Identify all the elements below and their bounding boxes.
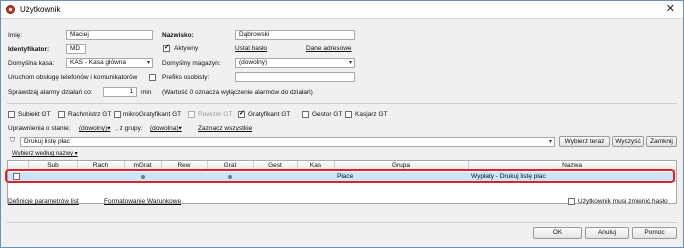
- divider: [7, 103, 677, 104]
- role-checkbox-rachmistrz[interactable]: [58, 111, 65, 118]
- clear-button[interactable]: Wyczyść: [612, 136, 644, 147]
- highlight-frame: [5, 169, 675, 183]
- role-label-mikrogratyfikant: mikroGratyfikant GT: [123, 111, 182, 118]
- alarm-label: Sprawdzaj alarmy działań co:: [8, 89, 93, 96]
- alarm-interval-field[interactable]: 1: [103, 87, 137, 97]
- close-search-button[interactable]: Zamknij: [646, 136, 677, 147]
- list-parameters-link[interactable]: Definicje parametrów list: [8, 197, 79, 206]
- sort-by-name-label: Wybierz według nazwy: [12, 151, 73, 157]
- identifier-label: Identyfikator:: [8, 46, 50, 53]
- role-checkbox-gratyfikant[interactable]: [238, 109, 245, 118]
- default-warehouse-select[interactable]: (dowolny) ▾: [235, 58, 355, 68]
- active-checkbox[interactable]: [163, 43, 170, 52]
- first-name-label: Imię:: [8, 32, 23, 39]
- select-all-link[interactable]: Zaznacz wszystkie: [198, 124, 252, 133]
- group-filter-label: , z grupy:: [116, 125, 143, 132]
- divider: [7, 222, 677, 223]
- must-change-password-label: Użytkownik musi zmienić hasło: [578, 198, 668, 205]
- role-label-rewizor: Rewizor GT: [198, 111, 233, 118]
- active-label: Aktywny: [174, 45, 199, 52]
- state-filter-dropdown[interactable]: (dowolny)▾: [79, 124, 110, 133]
- sort-by-name-dropdown[interactable]: Wybierz według nazwy ▾: [12, 150, 78, 157]
- group-filter-dropdown[interactable]: (dowolna)▾: [150, 124, 182, 133]
- help-button[interactable]: Pomoc: [632, 227, 677, 239]
- chevron-down-icon: ▾: [107, 125, 111, 132]
- chevron-down-icon: ▾: [548, 139, 552, 145]
- title-bar: Użytkownik ✕: [1, 1, 683, 19]
- role-checkbox-gestor[interactable]: [302, 111, 309, 118]
- role-checkbox-rewizor: [188, 111, 195, 118]
- set-password-link[interactable]: Ustal hasło: [235, 44, 267, 53]
- role-checkbox-mikrogratyfikant[interactable]: [114, 111, 121, 118]
- chevron-down-icon: ▾: [178, 125, 182, 132]
- ok-button[interactable]: OK: [533, 227, 582, 239]
- choose-now-button[interactable]: Wybierz teraz: [559, 136, 610, 147]
- state-filter-value: (dowolny): [79, 125, 108, 132]
- role-label-rachmistrz: Rachmistrz GT: [68, 111, 112, 118]
- filter-icon: ⛉: [10, 137, 16, 144]
- window-title: Użytkownik: [20, 5, 61, 14]
- permission-search-combo[interactable]: Drukuj listę płac ▾: [20, 137, 555, 147]
- address-data-link[interactable]: Dane adresowe: [306, 44, 352, 53]
- dialog-body: Imię: Maciej Nazwisko: Dąbrowski Identyf…: [3, 20, 681, 247]
- role-checkbox-kasjarz[interactable]: [345, 111, 352, 118]
- user-dialog: Użytkownik ✕ Imię: Maciej Nazwisko: Dąbr…: [0, 0, 684, 248]
- phone-service-label: Uruchom obsługę telefonów i komunikatoró…: [8, 74, 138, 81]
- state-filter-label: Uprawnienia o stanie:: [8, 125, 71, 132]
- last-name-label: Nazwisko:: [162, 32, 194, 39]
- role-checkbox-subiekt[interactable]: [8, 111, 15, 118]
- default-cash-label: Domyślna kasa:: [8, 60, 55, 67]
- role-label-gestor: Gestor GT: [312, 111, 343, 118]
- phone-service-checkbox[interactable]: [149, 74, 156, 81]
- identifier-field[interactable]: MD: [66, 44, 86, 54]
- default-warehouse-value: (dowolny): [239, 59, 268, 66]
- cancel-button[interactable]: Anuluj: [585, 227, 629, 239]
- prefix-field[interactable]: [235, 72, 355, 82]
- conditional-formatting-link[interactable]: Formatowanie Warunkowe: [104, 197, 181, 206]
- group-filter-value: (dowolna): [150, 125, 179, 132]
- must-change-password-checkbox[interactable]: [568, 198, 575, 205]
- alarm-unit: min: [141, 89, 152, 96]
- default-warehouse-label: Domyślny magazyn:: [162, 60, 221, 67]
- first-name-field[interactable]: Maciej: [66, 30, 153, 40]
- role-label-gratyfikant: Gratyfikant GT: [248, 111, 291, 118]
- default-cash-select[interactable]: KAS - Kasa główna ▾: [66, 58, 153, 68]
- alarm-note: (Wartość 0 oznacza wyłączenie alarmów do…: [162, 89, 313, 96]
- chevron-down-icon: ▾: [146, 60, 150, 66]
- prefix-label: Prefiks osobisty:: [162, 74, 210, 81]
- chevron-down-icon: ▾: [74, 151, 78, 157]
- chevron-down-icon: ▾: [348, 60, 352, 66]
- last-name-field[interactable]: Dąbrowski: [235, 30, 355, 40]
- close-icon[interactable]: ✕: [666, 3, 675, 15]
- role-label-subiekt: Subiekt GT: [18, 111, 51, 118]
- default-cash-value: KAS - Kasa główna: [70, 59, 127, 66]
- role-label-kasjarz: Kasjarz GT: [355, 111, 388, 118]
- permission-search-value: Drukuj listę płac: [24, 138, 70, 145]
- app-icon: [6, 5, 15, 14]
